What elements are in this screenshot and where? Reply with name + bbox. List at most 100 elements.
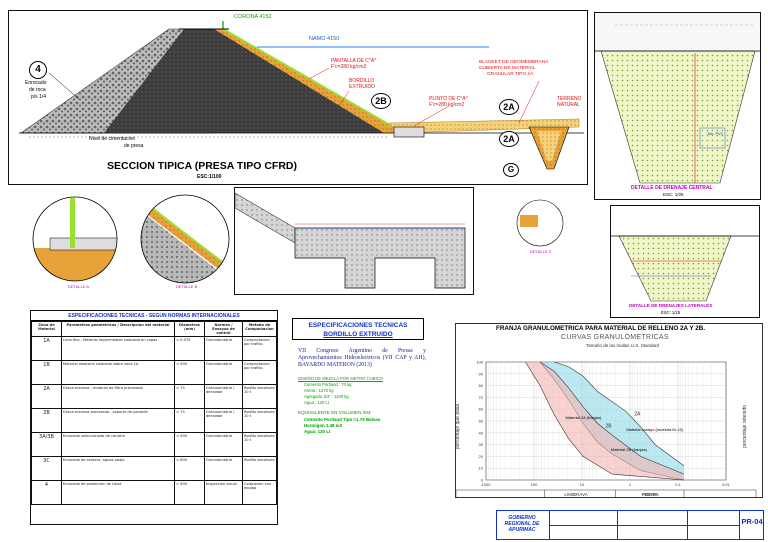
y-tick-label: 50	[479, 419, 484, 424]
spec-cell-comp: Compactacion por trafico	[242, 360, 277, 385]
bordillo-vol-1: Cemento Portland Tipo I:1.76 Bolsas	[304, 417, 381, 422]
detail-lateral-panel: DETALLE DE DRENAJES LATERALES ESC: 1/25	[610, 205, 760, 318]
bordillo-mix-2: Arena : 1270 kg	[304, 388, 334, 393]
lateral-drain-drawing	[611, 235, 759, 302]
x-tick-label: 1	[629, 482, 632, 487]
blanket-text-3: GRANULAR TIPO 2A	[487, 72, 534, 77]
central-scale: ESC: 1/25	[663, 192, 684, 197]
soil-class-bar	[456, 489, 757, 497]
y-tick-label: 100	[476, 360, 483, 365]
spec-header-comp: Metodo de Compactacion	[242, 321, 277, 337]
spec-cell-zone: 3A/3B	[31, 432, 62, 457]
x-tick-label: 0.01	[722, 482, 731, 487]
bordillo-ref: VII Congreso Argentino de Presas y Aprov…	[298, 348, 426, 369]
x-tick-label: 10	[580, 482, 585, 487]
spec-cell-zone: 1A	[31, 336, 62, 361]
spec-cell-comp: Rodillo vibratorio 10 t	[242, 408, 277, 433]
plinth-detail-panel	[234, 187, 474, 295]
spec-cell-desc: Limo fino - Material impermeable colocad…	[61, 336, 175, 361]
spec-cell-diam: < 800	[174, 456, 205, 481]
spec-cell-test: Granulometria / densidad	[204, 408, 243, 433]
spec-table-row: 3A/3B Enrocado seleccionado de cantera < 4…	[31, 432, 277, 457]
detalle-a-label: DETALLE A	[68, 284, 90, 289]
spec-table-row: 3C Enrocado de cantera, aguas abajo < 800 G…	[31, 456, 277, 481]
bordillo-mix-1: Cemento Portland : 70 kg	[304, 382, 352, 387]
detail-central-panel: Tub. PVC DETALLE DE DRENAJE CENTRAL ESC:…	[594, 12, 761, 200]
soil-class-piedra: PIEDRA	[642, 492, 660, 497]
spec-cell-diam: < 75	[174, 384, 205, 409]
gradation-chart-panel: FRANJA GRANULOMETRICA PARA MATERIAL DE R…	[455, 323, 763, 498]
spec-cell-zone: 3C	[31, 456, 62, 481]
spec-header-desc: Parametros geometricos / Descripcion del…	[61, 321, 175, 337]
lateral-title: DETALLE DE DRENAJES LATERALES	[629, 303, 713, 308]
spec-cell-desc: Enrocado de cantera, aguas abajo	[61, 456, 175, 481]
spec-table-row: 4 Enrocado de proteccion de talud > 400 Ins…	[31, 480, 277, 505]
zone-2a-bubble-top: 2A	[499, 99, 519, 115]
bordillo-mix-3: Agregado 3/4" : 1100 kg	[304, 394, 349, 399]
terreno-text-2: NATURAL	[557, 102, 580, 108]
spec-table-row: 2A Grava arenosa - material de filtro pro…	[31, 384, 277, 409]
bordillo-heading-2: BORDILLO EXTRUIDO	[323, 331, 393, 338]
dam-section-drawing	[19, 21, 584, 170]
y-tick-label: 20	[479, 454, 484, 459]
x-tick-label: 1000	[482, 482, 492, 487]
section-title: SECCION TIPICA (PRESA TIPO CFRD)	[107, 160, 297, 172]
spec-cell-comp: Rodillo vibratorio 10 t	[242, 432, 277, 457]
lateral-scale: ESC: 1/25	[661, 310, 681, 315]
spec-cell-desc: Grava arenosa - material de filtro proce…	[61, 384, 175, 409]
spec-cell-desc: Grava arenosa procesada - soporte de pan…	[61, 408, 175, 433]
spec-cell-test: Granulometria / densidad	[204, 384, 243, 409]
bordillo-vol-2: Hormigon 1.48 m3	[304, 423, 343, 428]
spec-cell-comp: Compactacion por trafico	[242, 336, 277, 361]
x-tick-label: 100	[531, 482, 538, 487]
detail-b-circle	[141, 195, 229, 283]
spec-header-test: Normas / Ensayos de control	[204, 321, 243, 337]
spec-cell-comp: Colocacion con equipo	[242, 480, 277, 505]
soil-class-grava: GRAVA	[572, 492, 588, 497]
detalle-c-label: DETALLE C	[530, 249, 552, 254]
spec-cell-test: Granulometria	[204, 432, 243, 457]
plinth	[393, 126, 425, 138]
detail-c-circle	[517, 200, 563, 246]
spec-cell-test: Granulometria	[204, 360, 243, 385]
bordillo-vol-3: Agua: 120 Lt	[304, 429, 331, 434]
spec-header-diam: Diametros (mm)	[174, 321, 205, 337]
nivel-text-2: de presa	[124, 143, 144, 149]
series-label-2B: 2B	[606, 423, 613, 429]
spec-cell-test: Granulometria	[204, 456, 243, 481]
zone-g-bubble: G	[503, 163, 519, 177]
y-tick-label: 30	[479, 442, 484, 447]
spec-cell-zone: 4	[31, 480, 62, 505]
section-scale: ESC:1/100	[197, 174, 222, 180]
nivel-text-1: Nivel de cimentacion	[89, 136, 136, 142]
spec-cell-desc: Enrocado seleccionado de cantera	[61, 432, 175, 457]
y-tick-label: 70	[479, 395, 484, 400]
central-drain-drawing	[595, 13, 760, 184]
main-section-panel: 4 Enrocado de roca p/s 1/4 CORONA 4152 N…	[8, 10, 588, 185]
spec-cell-test: Granulometria	[204, 336, 243, 361]
spec-cell-zone: 2B	[31, 408, 62, 433]
y-tick-label: 40	[479, 430, 484, 435]
spec-table-row: 1A Limo fino - Material impermeable coloc…	[31, 336, 277, 361]
spec-cell-comp: Rodillo vibratorio	[242, 456, 277, 481]
y-tick-label: 90	[479, 371, 484, 376]
spec-cell-diam: < 400	[174, 360, 205, 385]
spec-table-header: Zona de Material Parametros geometricos …	[31, 321, 277, 337]
zone-4-bubble: 4	[29, 61, 47, 79]
spec-cell-diam: > 400	[174, 480, 205, 505]
bordillo-mix-title: DISEÑO DE MEZCLA POR METRO CUBICO	[298, 376, 383, 381]
spec-cell-test: Inspeccion visual	[204, 480, 243, 505]
zone-2b-bubble: 2B	[371, 93, 391, 109]
title-block-org: GOBIERNO REGIONAL DE APURIMAC	[504, 515, 540, 533]
zone-4-text-1: Enrocado	[25, 80, 47, 86]
zone-4-text-3: p/s 1/4	[31, 94, 47, 100]
detalle-b-label: DETALLE B	[176, 284, 198, 289]
y-tick-label: 60	[479, 407, 484, 412]
central-title: DETALLE DE DRENAJE CENTRAL	[631, 185, 713, 191]
spec-table: Zona de Material Parametros geometricos …	[31, 321, 277, 505]
spec-cell-desc: Enrocado de proteccion de talud	[61, 480, 175, 505]
gradation-svg: 01020304050607080901000.010.111010010002…	[456, 360, 757, 497]
x-tick-label: 0.1	[675, 482, 681, 487]
title-block: GOBIERNO REGIONAL DE APURIMAC PR-04	[496, 510, 764, 540]
spec-table-panel: ESPECIFICACIONES TECNICAS - SEGUN NORMAS…	[30, 310, 278, 525]
